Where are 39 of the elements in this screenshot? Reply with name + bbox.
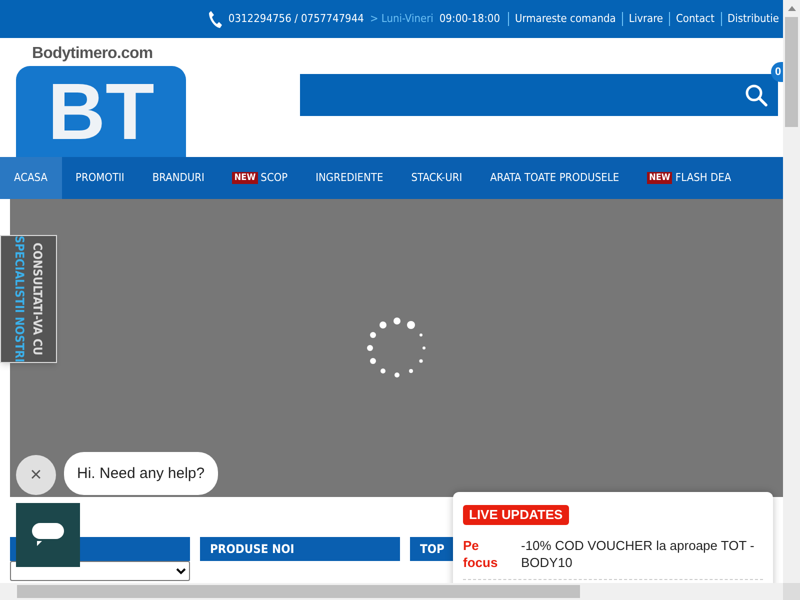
nav-tab[interactable]: ARATA TOATE PRODUSELE	[476, 157, 634, 199]
new-badge: NEW	[647, 172, 672, 184]
vertical-scrollbar[interactable]	[783, 0, 800, 583]
scrollbar-thumb[interactable]	[17, 585, 580, 598]
phone-icon	[208, 10, 222, 28]
topbar-link[interactable]: Distributie	[728, 10, 779, 28]
nav-tab[interactable]: BRANDURI	[138, 157, 218, 199]
chat-launcher-button[interactable]	[16, 503, 80, 567]
nav-tab-label: SCOP	[260, 170, 288, 186]
topbar-link[interactable]: Livrare	[628, 10, 663, 28]
horizontal-scrollbar[interactable]	[0, 583, 783, 600]
nav-tab[interactable]: STACK-URI	[397, 157, 476, 199]
search-icon[interactable]	[744, 83, 768, 107]
side-tab[interactable]: CONSULTATI-VA CU SPECIALISTII NOSTRI	[0, 235, 57, 363]
nav-tab[interactable]: PROMOTII	[62, 157, 138, 199]
topbar-link[interactable]: Contact	[676, 10, 714, 28]
working-days: > Luni-Vineri	[370, 10, 434, 28]
chat-greeting-bubble[interactable]: Hi. Need any help?	[64, 452, 218, 495]
nav-tab[interactable]: NEW SCOP	[218, 157, 302, 199]
scroll-up-arrow-icon[interactable]	[788, 6, 796, 11]
column-header: PRODUSE NOI	[200, 537, 400, 561]
phone-numbers: 0312294756 / 0757747944	[228, 10, 364, 27]
scrollbar-corner	[783, 583, 800, 600]
nav-tab[interactable]: INGREDIENTE	[302, 157, 398, 199]
side-tab-text: SPECIALISTII NOSTRI	[12, 236, 28, 362]
chat-bubble-icon	[31, 521, 65, 549]
logo-badge[interactable]: BT	[16, 66, 186, 157]
cart-count-badge[interactable]: 0	[771, 62, 783, 82]
logo-wordmark[interactable]: Bodytimero.com	[32, 44, 190, 64]
working-hours: 09:00-18:00	[439, 10, 500, 27]
live-updates-badge: LIVE UPDATES	[463, 505, 569, 525]
search-field[interactable]	[300, 74, 778, 116]
topbar-link[interactable]: Urmareste comanda	[515, 10, 616, 28]
nav-tab[interactable]: NEW FLASH DEA	[633, 157, 746, 199]
scrollbar-thumb[interactable]	[785, 17, 798, 127]
nav-tab-label: FLASH DEA	[675, 170, 732, 186]
nav-tab[interactable]: ACASA	[0, 157, 62, 199]
new-badge: NEW	[232, 172, 258, 184]
side-tab-text: CONSULTATI-VA CU	[30, 242, 46, 356]
